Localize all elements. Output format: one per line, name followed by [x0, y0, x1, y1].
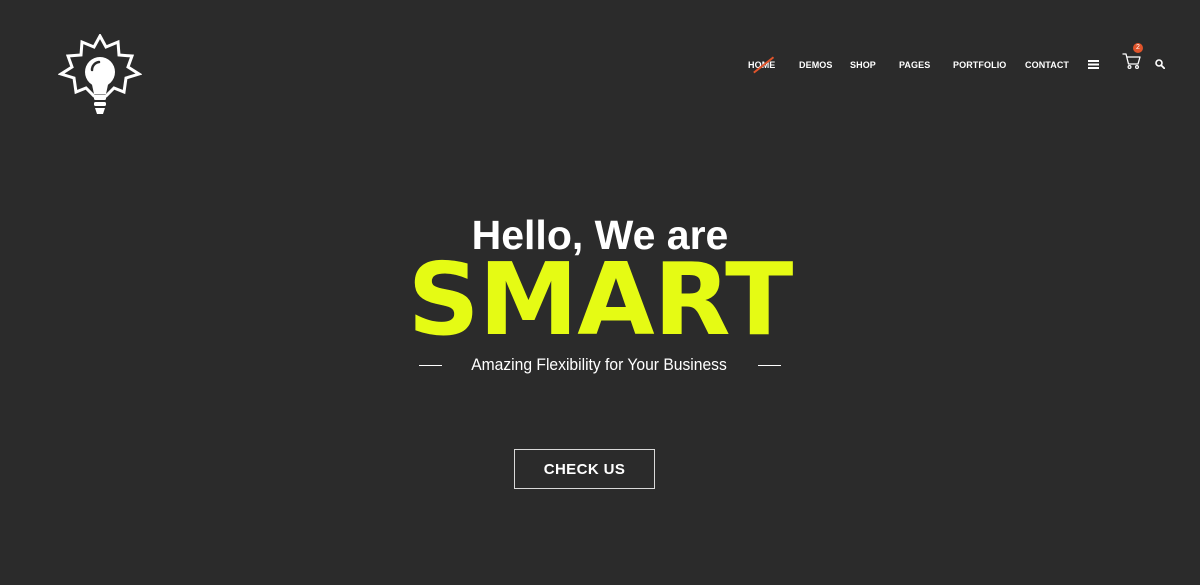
- tagline-divider-left: [419, 365, 442, 366]
- nav-item-pages[interactable]: PAGES: [899, 58, 930, 72]
- lightbulb-burst-icon: [58, 34, 142, 114]
- nav-item-home[interactable]: HOME: [748, 58, 775, 72]
- nav-item-demos[interactable]: DEMOS: [799, 58, 833, 72]
- hero-tagline: Amazing Flexibility for Your Business: [471, 355, 727, 374]
- tagline-divider-right: [758, 365, 781, 366]
- hero-tagline-row: Amazing Flexibility for Your Business: [0, 354, 1200, 376]
- nav-item-portfolio[interactable]: PORTFOLIO: [953, 58, 1006, 72]
- hamburger-icon[interactable]: [1088, 59, 1099, 70]
- check-us-button[interactable]: CHECK US: [514, 449, 655, 489]
- shopping-cart-icon[interactable]: [1122, 52, 1142, 70]
- hero-title: SMART: [407, 241, 794, 358]
- nav-item-contact[interactable]: CONTACT: [1025, 58, 1069, 72]
- search-icon[interactable]: [1155, 59, 1165, 69]
- cart-count-badge: 2: [1133, 43, 1143, 53]
- main-nav: HOME DEMOS SHOP PAGES PORTFOLIO CONTACT: [0, 58, 1200, 72]
- nav-item-shop[interactable]: SHOP: [850, 58, 876, 72]
- site-logo[interactable]: [58, 34, 142, 118]
